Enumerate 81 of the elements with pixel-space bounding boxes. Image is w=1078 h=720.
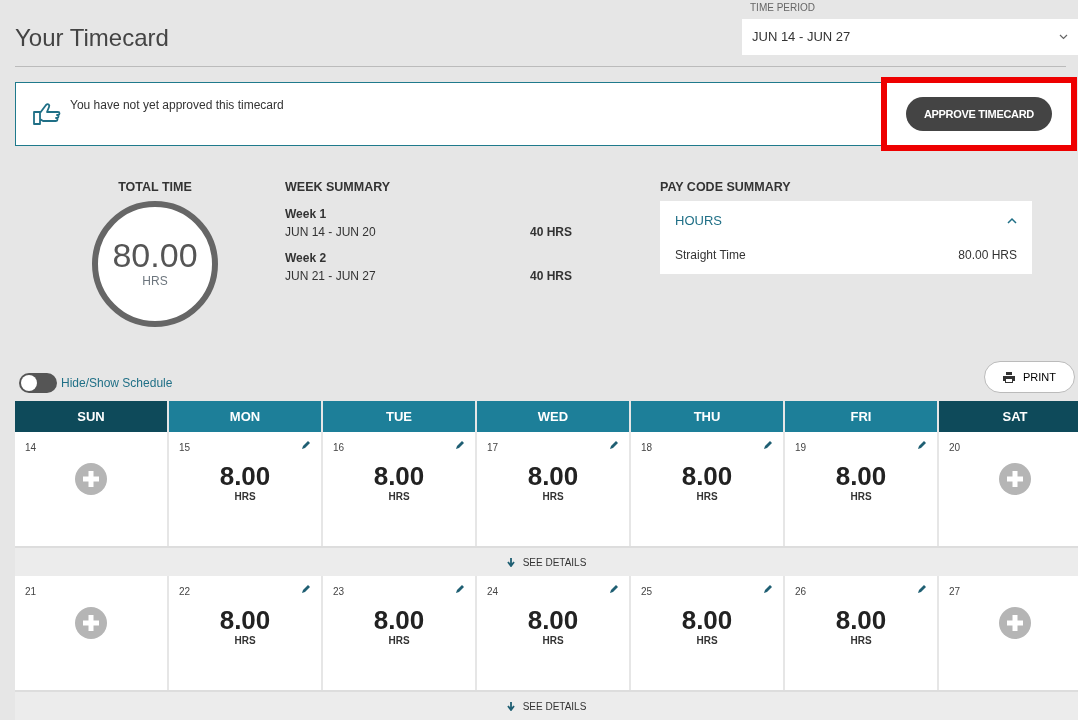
section-title: WEEK SUMMARY — [285, 179, 392, 196]
chevron-down-icon — [1059, 34, 1068, 40]
see-details-link[interactable]: SEE DETAILS — [506, 554, 587, 570]
hours-unit: HRS — [233, 490, 257, 505]
date-number: 27 — [949, 585, 961, 600]
hours-unit: HRS — [142, 272, 168, 290]
pencil-icon[interactable] — [455, 584, 465, 595]
hours-unit: HRS — [541, 490, 565, 505]
hours-unit: HRS — [387, 634, 411, 649]
thumbs-up-icon — [32, 102, 62, 126]
day-header: MON — [169, 401, 321, 433]
week-name: Week 2 — [285, 249, 328, 267]
day-hours: 8.00 — [218, 607, 272, 634]
day-hours: 8.00 — [526, 607, 580, 634]
section-title: TOTAL TIME — [118, 179, 192, 196]
day-hours: 8.00 — [680, 463, 734, 490]
day-hours: 8.00 — [526, 463, 580, 490]
print-button[interactable]: PRINT — [984, 360, 1075, 394]
day-header: TUE — [323, 401, 475, 433]
day-header: SUN — [15, 401, 167, 433]
pay-code-value: 80.00 HRS — [958, 247, 1017, 265]
week-range: JUN 21 - JUN 27 — [285, 267, 377, 285]
arrow-down-icon — [506, 701, 515, 711]
field-label: TIME PERIOD — [749, 1, 816, 15]
pencil-icon[interactable] — [301, 440, 311, 451]
week-hours: 40 HRS — [530, 267, 573, 285]
total-hours: 80.00 — [112, 237, 198, 272]
hours-unit: HRS — [387, 490, 411, 505]
pencil-icon[interactable] — [917, 584, 927, 595]
pay-code-label: Straight Time — [675, 247, 746, 265]
day-header: THU — [631, 401, 783, 433]
page-title: Your Timecard — [15, 23, 169, 53]
pencil-icon[interactable] — [917, 440, 927, 451]
day-hours: 8.00 — [372, 607, 426, 634]
hours-unit: HRS — [849, 634, 873, 649]
pencil-icon[interactable] — [609, 440, 619, 451]
see-details-link[interactable]: SEE DETAILS — [506, 698, 587, 714]
hours-unit: HRS — [541, 634, 565, 649]
toggle-label: Hide/Show Schedule — [61, 375, 173, 393]
hours-unit: HRS — [233, 634, 257, 649]
chevron-up-icon[interactable] — [1007, 217, 1017, 224]
section-title: PAY CODE SUMMARY — [660, 179, 792, 196]
date-number: 18 — [641, 441, 653, 456]
date-number: 23 — [333, 585, 345, 600]
hours-unit: HRS — [695, 634, 719, 649]
approve-button[interactable]: APPROVE TIMECARD — [905, 96, 1052, 132]
date-number: 24 — [487, 585, 499, 600]
pencil-icon[interactable] — [301, 584, 311, 595]
day-header: WED — [477, 401, 629, 433]
day-hours: 8.00 — [834, 607, 888, 634]
toggle-switch[interactable] — [19, 373, 57, 394]
hours-unit: HRS — [849, 490, 873, 505]
day-hours: 8.00 — [834, 463, 888, 490]
time-period-select[interactable]: JUN 14 - JUN 27 — [742, 19, 1078, 55]
notice-text: You have not yet approved this timecard — [70, 97, 284, 114]
date-number: 14 — [25, 441, 37, 456]
pencil-icon[interactable] — [763, 440, 773, 451]
pencil-icon[interactable] — [455, 440, 465, 451]
pencil-icon[interactable] — [763, 584, 773, 595]
day-header: FRI — [785, 401, 937, 433]
date-number: 25 — [641, 585, 653, 600]
date-number: 15 — [179, 441, 191, 456]
week-name: Week 1 — [285, 205, 328, 223]
date-number: 26 — [795, 585, 807, 600]
day-hours: 8.00 — [680, 607, 734, 634]
pencil-icon[interactable] — [609, 584, 619, 595]
section-heading[interactable]: HOURS — [675, 210, 722, 231]
hours-unit: HRS — [695, 490, 719, 505]
day-header: SAT — [939, 401, 1078, 433]
date-number: 16 — [333, 441, 345, 456]
week-range: JUN 14 - JUN 20 — [285, 223, 377, 241]
date-number: 17 — [487, 441, 499, 456]
date-number: 19 — [795, 441, 807, 456]
arrow-down-icon — [506, 557, 515, 567]
day-hours: 8.00 — [218, 463, 272, 490]
week-hours: 40 HRS — [530, 223, 573, 241]
date-number: 22 — [179, 585, 191, 600]
date-number: 20 — [949, 441, 961, 456]
date-number: 21 — [25, 585, 37, 600]
printer-icon — [1003, 371, 1015, 383]
day-hours: 8.00 — [372, 463, 426, 490]
